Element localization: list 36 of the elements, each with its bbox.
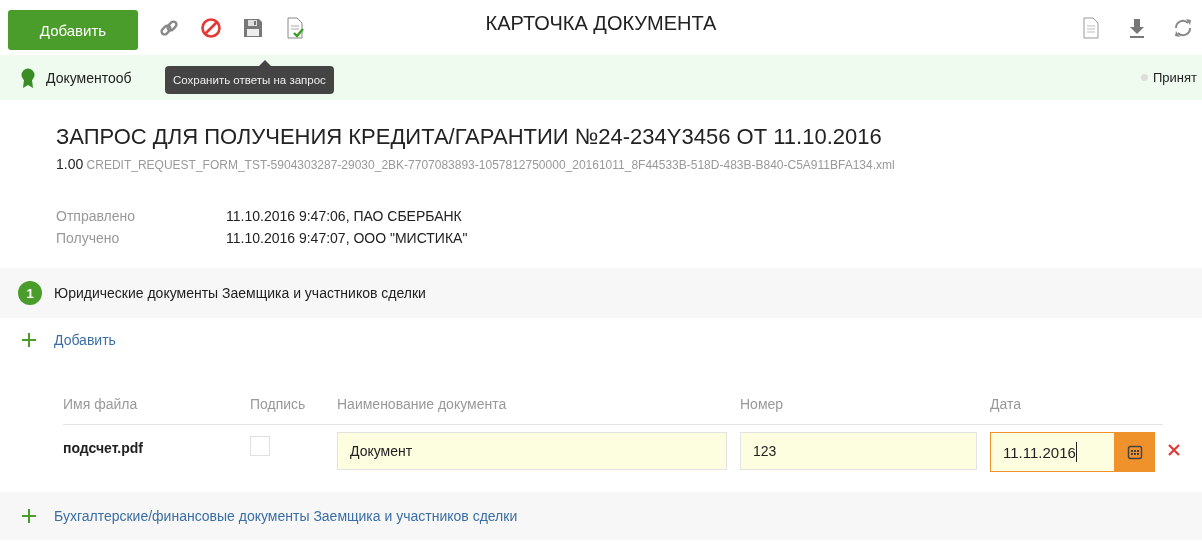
save-icon[interactable]	[242, 16, 264, 39]
add-link[interactable]: Добавить	[54, 332, 116, 348]
document-check-icon[interactable]	[284, 16, 306, 39]
meta-value: 11.10.2016 9:47:06, ПАО СБЕРБАНК	[226, 208, 463, 224]
status-label: Принят	[1153, 70, 1197, 85]
window-title: КАРТОЧКА ДОКУМЕНТА	[485, 12, 717, 34]
meta-label: Отправлено	[56, 208, 137, 224]
calendar-icon	[1127, 444, 1143, 460]
refresh-icon[interactable]	[1172, 16, 1194, 39]
status-dot-icon	[1141, 74, 1148, 81]
meta-value: 11.10.2016 9:47:07, ООО "МИСТИКА"	[226, 230, 468, 246]
section-number-badge: 1	[18, 281, 42, 305]
status-text: Документооб	[46, 69, 132, 86]
column-header: Имя файла	[63, 396, 139, 412]
award-icon	[20, 67, 36, 88]
file-name: подсчет.pdf	[63, 440, 144, 456]
section-link[interactable]: Бухгалтерские/финансовые документы Заемщика и участников сделки	[54, 508, 518, 524]
meta-label: Получено	[56, 230, 121, 246]
signature-checkbox[interactable]	[250, 436, 270, 456]
document-title: ЗАПРОС ДЛЯ ПОЛУЧЕНИЯ КРЕДИТА/ГАРАНТИИ №24-234Y3456 ОТ 11.10.2016	[56, 124, 883, 150]
file-version-line: 1.00 CREDIT_REQUEST_FORM_TST-5904303287-29030_2BK-7707083893-1057812750000_20161011_8F44533B-518D-483B-B840-C5A911BFA134.xml	[56, 156, 896, 172]
tooltip-arrow	[259, 60, 271, 66]
column-header: Дата	[990, 396, 1022, 412]
delete-icon[interactable]	[1168, 444, 1180, 456]
column-header: Номер	[740, 396, 785, 412]
column-header: Наименование документа	[337, 396, 508, 412]
date-field[interactable]: 11.11.2016	[990, 432, 1115, 472]
plus-icon[interactable]	[22, 333, 36, 347]
number-field[interactable]: 123	[740, 432, 977, 470]
section-title: Юридические документы Заемщика и участников сделки	[54, 285, 426, 301]
plus-icon[interactable]	[22, 509, 36, 523]
calendar-button[interactable]	[1115, 432, 1155, 472]
block-icon[interactable]	[200, 16, 222, 39]
document-name-field[interactable]: Документ	[337, 432, 727, 470]
tooltip: Сохранить ответы на запрос	[165, 66, 334, 94]
column-header: Подпись	[250, 396, 307, 412]
